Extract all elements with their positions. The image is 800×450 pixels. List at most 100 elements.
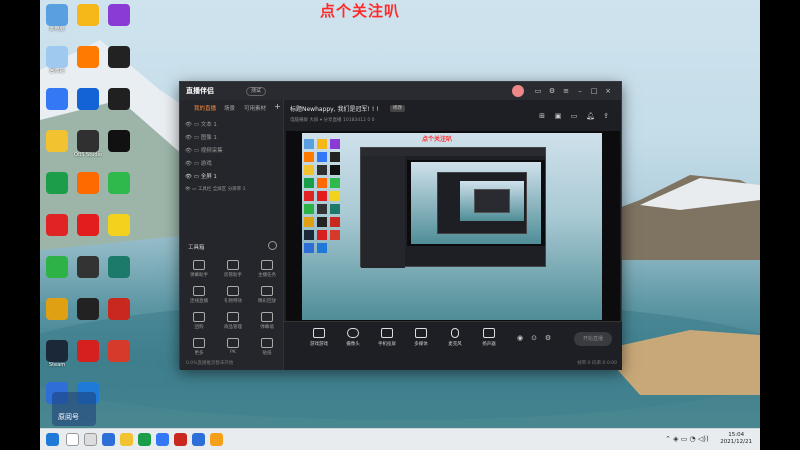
clock[interactable]: 15:04 2021/12/21	[720, 432, 752, 446]
live-companion-taskbar-icon[interactable]	[210, 433, 223, 446]
screen-icon[interactable]: ▭	[570, 112, 578, 120]
eye-icon[interactable]: 👁︎	[185, 161, 192, 167]
desktop-icon[interactable]: 回收站	[42, 46, 72, 76]
tool-item[interactable]: 团购	[184, 312, 214, 330]
task-view-icon[interactable]	[84, 433, 97, 446]
scene-item[interactable]: 👁︎ ▭ 文本 1	[185, 120, 217, 130]
widgets-icon[interactable]	[102, 433, 115, 446]
message-icon[interactable]: ▭	[534, 87, 542, 95]
desktop-icon[interactable]: 此电脑	[42, 4, 72, 34]
desktop-icon[interactable]	[104, 340, 134, 370]
desktop-icon[interactable]	[42, 172, 72, 202]
app-icon	[108, 298, 130, 320]
tool-item[interactable]: 礼物特效	[218, 286, 248, 304]
desktop-icon[interactable]	[42, 298, 72, 328]
desktop-icon[interactable]	[73, 172, 103, 202]
tool-icon	[193, 338, 205, 348]
app-logo: 直播伴侣	[186, 87, 214, 95]
record-icon[interactable]: ▣	[554, 112, 562, 120]
file-explorer-icon[interactable]	[120, 433, 133, 446]
eye-icon[interactable]: 👁︎	[185, 148, 192, 154]
desktop-icon-label	[42, 194, 72, 202]
desktop-icon[interactable]	[104, 214, 134, 244]
phone-cast-button[interactable]: 手机投屏	[372, 328, 402, 347]
tool-item[interactable]: PK	[218, 338, 248, 355]
desktop-icon[interactable]	[73, 214, 103, 244]
desktop-icon[interactable]	[73, 298, 103, 328]
search-icon[interactable]	[66, 433, 79, 446]
desktop-icon[interactable]	[104, 46, 134, 76]
eye-icon[interactable]: 👁︎	[185, 187, 191, 192]
desktop-icon[interactable]	[73, 46, 103, 76]
avatar[interactable]	[512, 85, 524, 97]
layout-icon[interactable]: ⊞	[538, 112, 546, 120]
desktop-icon[interactable]	[42, 130, 72, 160]
microphone-button[interactable]: 麦克风	[440, 328, 470, 347]
camera-button[interactable]: 摄像头	[338, 328, 368, 347]
start-icon[interactable]	[46, 433, 59, 446]
game-capture-button[interactable]: 游戏游戏	[304, 328, 334, 347]
store-icon[interactable]	[156, 433, 169, 446]
settings-icon[interactable]: ⚙	[548, 87, 556, 95]
tab-assets[interactable]: 可用素材	[244, 104, 266, 112]
tool-item[interactable]: 弹幕助手	[184, 260, 214, 278]
live-companion-window[interactable]: 直播伴侣 测试 ▭ ⚙ ≡ – □ × 我的直播 场景 可用素材 + 👁︎ ▭ …	[179, 81, 622, 370]
tool-item[interactable]: 房管助手	[218, 260, 248, 278]
scene-item[interactable]: 👁︎ ▭ 图像 1	[185, 133, 217, 143]
desktop-icon[interactable]	[104, 172, 134, 202]
desktop-icon[interactable]	[42, 214, 72, 244]
record-toggle-icon[interactable]: ◉	[516, 334, 524, 342]
title-bar[interactable]: 直播伴侣 测试 ▭ ⚙ ≡ – □ ×	[180, 82, 621, 100]
tray-icons[interactable]: ⌃ ◈ ▭ ◔ ◁))	[665, 435, 709, 443]
minimize-icon[interactable]: –	[576, 87, 584, 95]
desktop-icon[interactable]	[104, 88, 134, 118]
settings-gear-icon[interactable]: ⚙	[544, 334, 552, 342]
edit-title-button[interactable]: 修改	[390, 105, 405, 112]
desktop-icon[interactable]	[104, 4, 134, 34]
desktop-icon[interactable]	[73, 256, 103, 286]
tool-item[interactable]: 商品管理	[218, 312, 248, 330]
go-live-button[interactable]: 开始直播	[574, 332, 612, 346]
scene-item[interactable]: 👁︎ ▭ 游戏	[185, 159, 212, 169]
desktop-icon[interactable]	[42, 256, 72, 286]
tool-item[interactable]: 连线直播	[184, 286, 214, 304]
scene-item[interactable]: 👁︎ ▭ 工具栏 全屏区 分辨率 1	[185, 185, 246, 195]
tool-item[interactable]: 弹幕墙	[252, 312, 282, 330]
camera-toggle-icon[interactable]: ⊙	[530, 334, 538, 342]
desktop-icon[interactable]	[104, 298, 134, 328]
share-icon[interactable]: ⇪	[602, 112, 610, 120]
desktop-icon[interactable]	[73, 4, 103, 34]
tool-item[interactable]: 更多	[184, 338, 214, 356]
tab-scenes[interactable]: 场景	[224, 104, 235, 112]
scene-item[interactable]: 👁︎ ▭ 全屏 1	[185, 172, 217, 182]
add-icon[interactable]: +	[274, 102, 281, 111]
scene-item[interactable]: 👁︎ ▭ 视频采集	[185, 146, 223, 156]
tool-item[interactable]: 贴纸	[252, 338, 282, 356]
app-icon[interactable]	[192, 433, 205, 446]
desktop-icon[interactable]: OBS Studio	[73, 130, 103, 160]
edge-icon[interactable]	[138, 433, 151, 446]
tool-item[interactable]: 精彩回放	[252, 286, 282, 304]
desktop-icon[interactable]: Steam	[42, 340, 72, 370]
app-icon	[77, 172, 99, 194]
eye-icon[interactable]: 👁︎	[185, 122, 192, 128]
desktop-icon[interactable]	[104, 256, 134, 286]
close-icon[interactable]: ×	[604, 87, 612, 95]
tool-icon	[261, 286, 273, 296]
eye-icon[interactable]: 👁︎	[185, 174, 192, 180]
speaker-button[interactable]: 扬声器	[474, 328, 504, 347]
stream-canvas[interactable]: 点个关注叭	[302, 133, 602, 320]
app-icon[interactable]	[174, 433, 187, 446]
menu-icon[interactable]: ≡	[562, 87, 570, 95]
desktop-icon[interactable]	[104, 130, 134, 160]
eye-icon[interactable]: 👁︎	[185, 135, 192, 141]
desktop-icon[interactable]	[73, 88, 103, 118]
tab-my-live[interactable]: 我的直播	[194, 104, 216, 112]
maximize-icon[interactable]: □	[590, 87, 598, 95]
desktop-icon[interactable]	[73, 340, 103, 370]
tool-item[interactable]: 主播任务	[252, 260, 282, 278]
more-icon[interactable]	[268, 241, 277, 250]
bell-icon[interactable]: 🔔︎	[586, 112, 595, 120]
desktop-icon[interactable]	[42, 88, 72, 118]
media-button[interactable]: 多媒体	[406, 328, 436, 347]
